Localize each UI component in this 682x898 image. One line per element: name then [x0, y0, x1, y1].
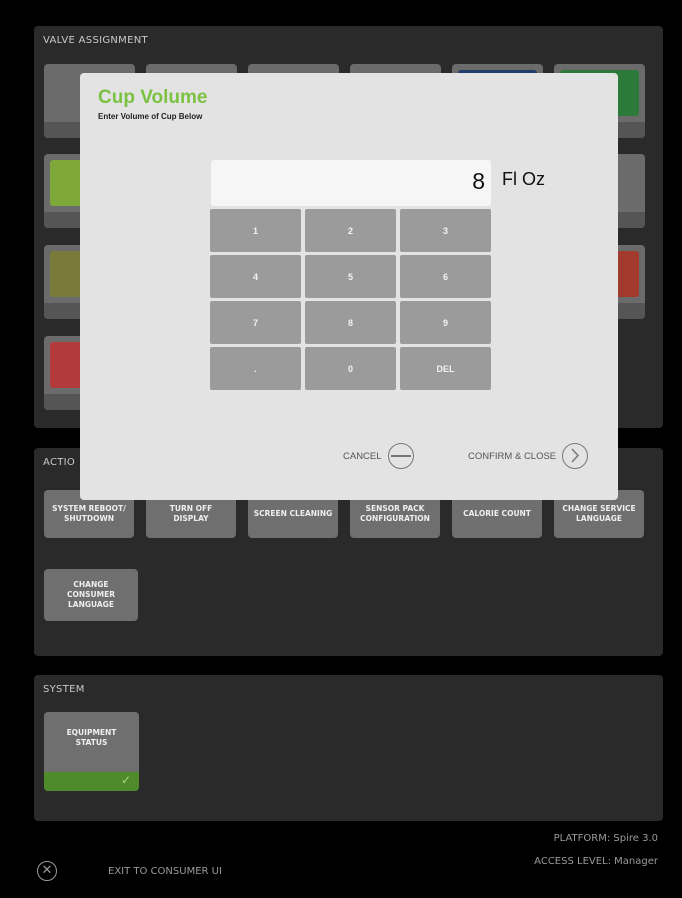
key-6[interactable]: 6: [400, 255, 491, 298]
volume-input[interactable]: 8: [211, 160, 491, 206]
cancel-button[interactable]: CANCEL: [343, 443, 414, 469]
exit-label: EXIT TO CONSUMER UI: [108, 866, 222, 877]
cancel-icon: [387, 443, 414, 469]
valve-assignment-title: VALVE ASSIGNMENT: [43, 35, 148, 46]
equipment-status-label: EQUIPMENT STATUS: [66, 728, 117, 747]
check-icon: ✓: [120, 773, 131, 787]
key-delete[interactable]: DEL: [400, 347, 491, 390]
key-2[interactable]: 2: [305, 209, 396, 252]
cancel-label: CANCEL: [343, 450, 382, 462]
platform-text: PLATFORM: Spire 3.0: [553, 833, 658, 844]
unit-label: Fl Oz: [502, 169, 545, 189]
chevron-right-icon: [562, 443, 589, 469]
confirm-label: CONFIRM & CLOSE: [468, 450, 557, 462]
key-3[interactable]: 3: [400, 209, 491, 252]
key-4[interactable]: 4: [210, 255, 301, 298]
change-consumer-language-button[interactable]: CHANGE CONSUMER LANGUAGE: [44, 569, 138, 621]
equipment-status-bar: ✓: [44, 772, 139, 791]
confirm-close-button[interactable]: CONFIRM & CLOSE: [468, 443, 589, 469]
key-8[interactable]: 8: [305, 301, 396, 344]
key-0[interactable]: 0: [305, 347, 396, 390]
access-level-text: ACCESS LEVEL: Manager: [534, 856, 658, 867]
cup-volume-modal: Cup Volume Enter Volume of Cup Below 8 F…: [80, 73, 618, 500]
close-circle-icon: ✕: [37, 861, 57, 881]
system-title: SYSTEM: [43, 684, 85, 695]
modal-title: Cup Volume: [98, 87, 208, 108]
key-9[interactable]: 9: [400, 301, 491, 344]
key-1[interactable]: 1: [210, 209, 301, 252]
equipment-status-button[interactable]: EQUIPMENT STATUS ✓: [44, 712, 139, 791]
key-7[interactable]: 7: [210, 301, 301, 344]
key-decimal[interactable]: .: [210, 347, 301, 390]
actions-title: ACTIO: [43, 457, 76, 468]
modal-subtitle: Enter Volume of Cup Below: [98, 112, 203, 121]
key-5[interactable]: 5: [305, 255, 396, 298]
exit-button[interactable]: ✕ EXIT TO CONSUMER UI: [37, 861, 267, 887]
volume-value: 8: [472, 168, 485, 194]
system-panel: SYSTEM EQUIPMENT STATUS ✓: [34, 675, 663, 821]
